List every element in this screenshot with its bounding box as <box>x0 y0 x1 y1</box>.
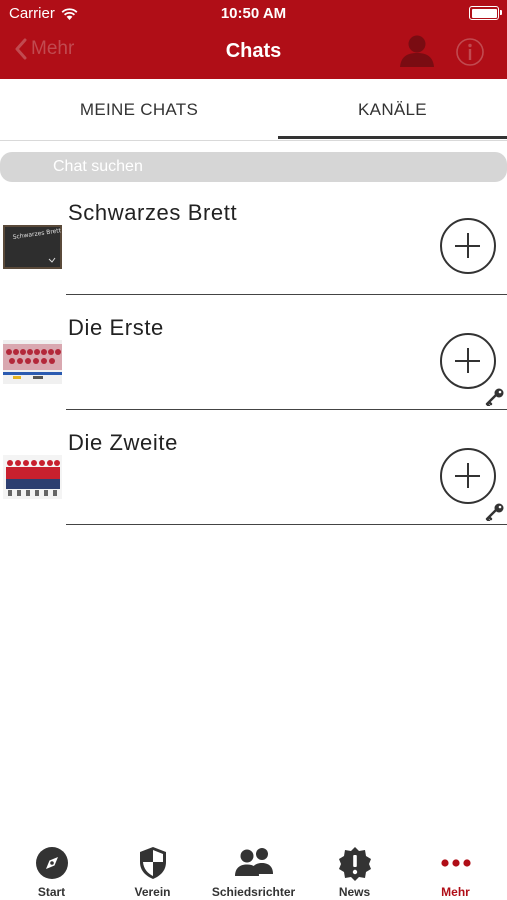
tabbar-label: News <box>338 885 371 899</box>
tab-meine-chats[interactable]: MEINE CHATS <box>0 79 278 141</box>
channel-title: Die Erste <box>68 315 164 340</box>
tabbar-item-mehr[interactable]: Mehr <box>405 838 506 900</box>
channel-title: Schwarzes Brett <box>68 200 238 225</box>
battery-icon <box>469 6 502 20</box>
tabbar-label: Verein <box>134 885 171 899</box>
tabbar-item-verein[interactable]: Verein <box>102 838 203 900</box>
header: Carrier 10:50 AM Mehr Chats <box>0 0 507 79</box>
nav-bar: Mehr Chats <box>0 26 507 79</box>
tabbar-item-start[interactable]: Start <box>1 838 102 900</box>
status-time: 10:50 AM <box>220 5 287 22</box>
key-icon <box>485 503 504 521</box>
tabbar-label: Mehr <box>441 885 470 899</box>
team-photo-thumbnail <box>3 340 62 384</box>
channel-row-schwarzes-brett[interactable]: Schwarzes Brett Schwarzes Brett <box>0 180 507 295</box>
info-icon[interactable] <box>455 37 485 67</box>
channel-row-die-erste[interactable]: Die Erste <box>0 295 507 410</box>
chalkboard-thumbnail: Schwarzes Brett <box>3 225 62 269</box>
channel-row-die-zweite[interactable]: Die Zweite <box>0 410 507 525</box>
chat-tabs: MEINE CHATS KANÄLE <box>0 79 507 141</box>
tabbar-item-schiedsrichter[interactable]: Schiedsrichter <box>203 838 304 900</box>
team-photo-thumbnail <box>3 455 62 499</box>
compass-icon <box>35 847 68 879</box>
tabbar-label: Start <box>37 885 66 899</box>
add-channel-button[interactable] <box>440 333 496 389</box>
row-divider <box>66 523 507 525</box>
more-dots-icon <box>440 859 471 867</box>
tabbar-label: Schiedsrichter <box>211 885 296 899</box>
active-tab-indicator <box>278 136 507 139</box>
people-icon <box>234 848 273 876</box>
key-icon <box>485 388 504 406</box>
tabbar-item-news[interactable]: News <box>304 838 405 900</box>
channel-title: Die Zweite <box>68 430 178 455</box>
news-badge-icon <box>338 847 371 881</box>
add-channel-button[interactable] <box>440 218 496 274</box>
tab-kanaele[interactable]: KANÄLE <box>278 79 507 141</box>
add-channel-button[interactable] <box>440 448 496 504</box>
shield-icon <box>139 847 166 879</box>
search-input[interactable]: Chat suchen <box>0 152 507 182</box>
profile-icon[interactable] <box>399 34 435 68</box>
status-bar: Carrier 10:50 AM <box>0 0 507 26</box>
bottom-tab-bar: Start Verein Schiedsrichter News Mehr <box>0 838 507 900</box>
